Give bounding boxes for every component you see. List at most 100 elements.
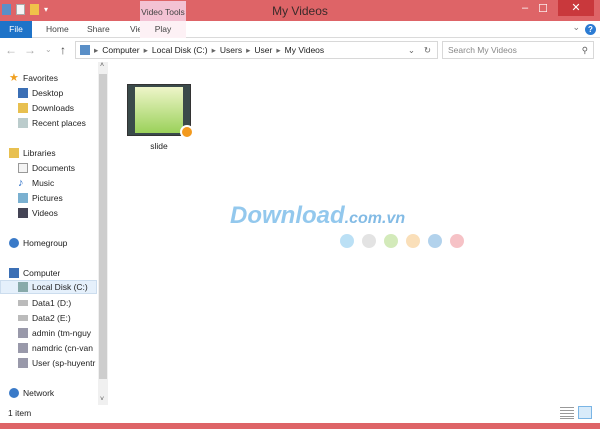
- homegroup-icon: [9, 238, 19, 248]
- breadcrumb-user[interactable]: User: [254, 45, 272, 55]
- address-bar[interactable]: ▸ Computer ▸ Local Disk (C:) ▸ Users ▸ User …: [75, 41, 438, 59]
- tab-file[interactable]: File: [0, 21, 32, 38]
- tab-share[interactable]: Share: [87, 21, 110, 38]
- sidebar-item-pictures[interactable]: Pictures: [18, 191, 63, 205]
- item-count: 1 item: [8, 408, 32, 418]
- file-name: slide: [150, 141, 168, 151]
- watermark-logo: Download.com.vn: [230, 202, 406, 229]
- address-dropdown-icon[interactable]: ⌄: [408, 45, 415, 56]
- forward-button[interactable]: →: [24, 43, 36, 57]
- watermark-dot: [384, 234, 398, 248]
- drive-icon: [18, 300, 28, 306]
- computer-icon: [9, 268, 19, 278]
- downloads-icon: [18, 103, 28, 113]
- videos-icon: [18, 208, 28, 218]
- explorer-body: ★ Favorites Desktop Downloads Recent plac…: [0, 62, 600, 405]
- status-bar: 1 item: [0, 405, 600, 423]
- label: Network: [23, 388, 55, 398]
- watermark-dot: [362, 234, 376, 248]
- music-icon: ♪: [18, 177, 24, 189]
- sidebar-item-local-disk-c[interactable]: Local Disk (C:): [0, 280, 97, 294]
- maximize-button[interactable]: ☐: [538, 2, 548, 16]
- network-drive-icon: [18, 328, 28, 338]
- title-bar: ▾ Video Tools My Videos – ☐ ✕: [0, 0, 600, 21]
- large-icons-view-button[interactable]: [578, 406, 592, 419]
- minimize-button[interactable]: –: [522, 2, 528, 16]
- ribbon-tabs: File Home Share View Play ⌄ ?: [0, 21, 600, 38]
- breadcrumb-local-disk[interactable]: Local Disk (C:): [152, 45, 208, 55]
- label: Pictures: [32, 193, 63, 203]
- sidebar-item-network-drive[interactable]: namdric (cn-van: [18, 341, 98, 355]
- label: Computer: [23, 268, 61, 278]
- file-item[interactable]: slide: [125, 84, 194, 151]
- navigation-bar: ← → ⌄ ↑ ▸ Computer ▸ Local Disk (C:) ▸ User…: [0, 38, 600, 62]
- details-view-button[interactable]: [560, 406, 574, 419]
- expand-ribbon-icon[interactable]: ⌄: [572, 22, 580, 33]
- label: User (sp-huyentr: [32, 358, 96, 368]
- scroll-up-icon[interactable]: ˄: [100, 62, 104, 69]
- sidebar-item-libraries[interactable]: Libraries: [9, 146, 56, 160]
- media-player-badge-icon: [180, 125, 194, 139]
- label: namdric (cn-van: [32, 343, 93, 353]
- tab-play[interactable]: Play: [140, 21, 186, 38]
- sidebar-item-network[interactable]: Network: [9, 386, 54, 400]
- sidebar-item-network-drive[interactable]: User (sp-huyentr: [18, 356, 98, 370]
- sidebar-item-data2-e[interactable]: Data2 (E:): [18, 311, 71, 325]
- recent-places-icon: [18, 118, 28, 128]
- navigation-pane: ★ Favorites Desktop Downloads Recent plac…: [0, 62, 98, 405]
- help-icon[interactable]: ?: [585, 24, 596, 35]
- sidebar-scrollbar[interactable]: ˄ ˅: [98, 62, 108, 405]
- search-icon: ⚲: [581, 45, 588, 55]
- search-input[interactable]: Search My Videos ⚲: [442, 41, 594, 59]
- search-placeholder: Search My Videos: [448, 45, 517, 55]
- recent-locations-button[interactable]: ⌄: [45, 45, 52, 54]
- breadcrumb-computer[interactable]: Computer: [102, 45, 139, 55]
- drive-icon: [18, 282, 28, 292]
- sidebar-item-network-drive[interactable]: admin (tm-nguy: [18, 326, 98, 340]
- network-drive-icon: [18, 343, 28, 353]
- sidebar-item-data1-d[interactable]: Data1 (D:): [18, 296, 71, 310]
- close-button[interactable]: ✕: [558, 0, 594, 16]
- network-drive-icon: [18, 358, 28, 368]
- label: Music: [32, 178, 55, 188]
- label: Documents: [32, 163, 75, 173]
- network-icon: [9, 388, 19, 398]
- sidebar-item-computer[interactable]: Computer: [9, 266, 60, 280]
- label: Videos: [32, 208, 58, 218]
- sidebar-item-music[interactable]: ♪ Music: [18, 176, 54, 190]
- sidebar-item-videos[interactable]: Videos: [18, 206, 58, 220]
- sidebar-item-downloads[interactable]: Downloads: [18, 101, 74, 115]
- label: Homegroup: [23, 238, 68, 248]
- star-icon: ★: [9, 72, 19, 84]
- up-button[interactable]: ↑: [60, 43, 66, 57]
- sidebar-item-homegroup[interactable]: Homegroup: [9, 236, 67, 250]
- label: Favorites: [23, 73, 58, 83]
- watermark-dot: [340, 234, 354, 248]
- drive-icon: [18, 315, 28, 321]
- scroll-down-icon[interactable]: ˅: [100, 396, 104, 403]
- sidebar-item-favorites[interactable]: ★ Favorites: [9, 71, 58, 85]
- breadcrumb-my-videos[interactable]: My Videos: [285, 45, 325, 55]
- scrollbar-thumb[interactable]: [99, 74, 107, 379]
- label: Data2 (E:): [32, 313, 71, 323]
- sidebar-item-desktop[interactable]: Desktop: [18, 86, 63, 100]
- folder-icon: [80, 45, 90, 55]
- back-button[interactable]: ←: [5, 43, 17, 57]
- window-title: My Videos: [272, 4, 328, 18]
- refresh-icon[interactable]: ↻: [424, 45, 431, 56]
- watermark-dots: [340, 234, 464, 248]
- label: Local Disk (C:): [32, 282, 88, 292]
- sidebar-item-recent-places[interactable]: Recent places: [18, 116, 86, 130]
- label: Desktop: [32, 88, 64, 98]
- desktop-icon: [18, 88, 28, 98]
- watermark-dot: [428, 234, 442, 248]
- pictures-icon: [18, 193, 28, 203]
- label: Downloads: [32, 103, 75, 113]
- breadcrumb-users[interactable]: Users: [220, 45, 242, 55]
- tab-home[interactable]: Home: [46, 21, 69, 38]
- watermark-dot: [406, 234, 420, 248]
- video-thumbnail: [127, 84, 194, 139]
- documents-icon: [18, 163, 28, 173]
- sidebar-item-documents[interactable]: Documents: [18, 161, 75, 175]
- label: Recent places: [32, 118, 86, 128]
